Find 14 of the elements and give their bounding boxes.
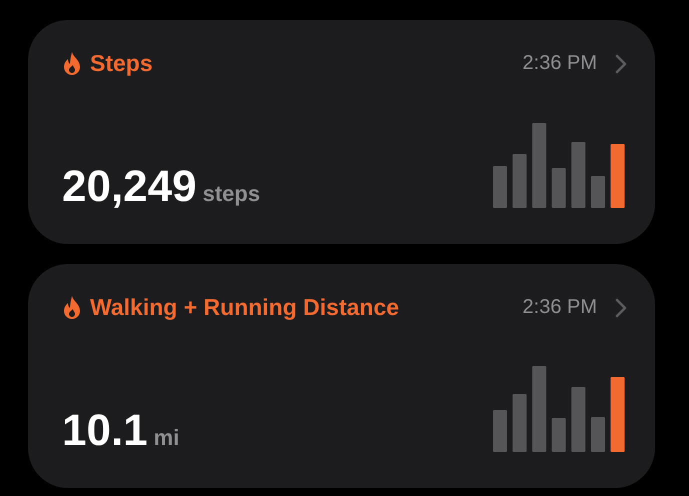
metric-value: 20,249 bbox=[62, 162, 197, 212]
metric-unit: mi bbox=[154, 425, 180, 451]
update-time: 2:36 PM bbox=[522, 52, 597, 75]
summary-card[interactable]: Steps 2:36 PM 20,249 steps bbox=[28, 20, 655, 244]
metric-unit: steps bbox=[202, 181, 260, 207]
chevron-icon bbox=[615, 54, 627, 74]
update-time: 2:36 PM bbox=[522, 296, 597, 319]
card-title: Steps bbox=[90, 50, 154, 77]
metric-value: 10.1 bbox=[62, 406, 148, 456]
flame-icon bbox=[62, 52, 82, 76]
card-title: Walking + Running Distance bbox=[90, 294, 400, 321]
flame-icon bbox=[62, 296, 82, 320]
chevron-icon bbox=[615, 298, 627, 318]
summary-card[interactable]: Walking + Running Distance 2:36 PM 10.1 mi bbox=[28, 264, 655, 488]
